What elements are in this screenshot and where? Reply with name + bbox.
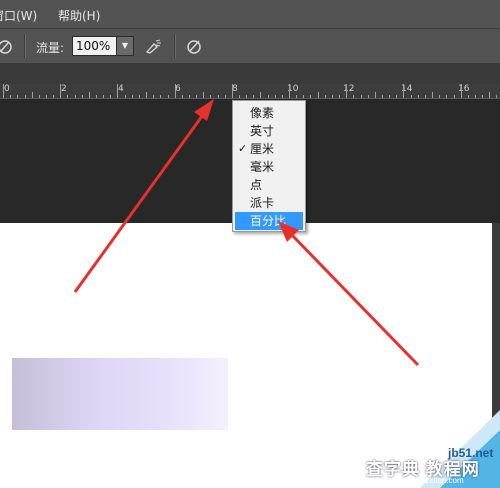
annotation-arrows <box>73 99 420 367</box>
arrow-to-ruler <box>73 99 214 293</box>
arrow-to-percent <box>278 221 420 367</box>
